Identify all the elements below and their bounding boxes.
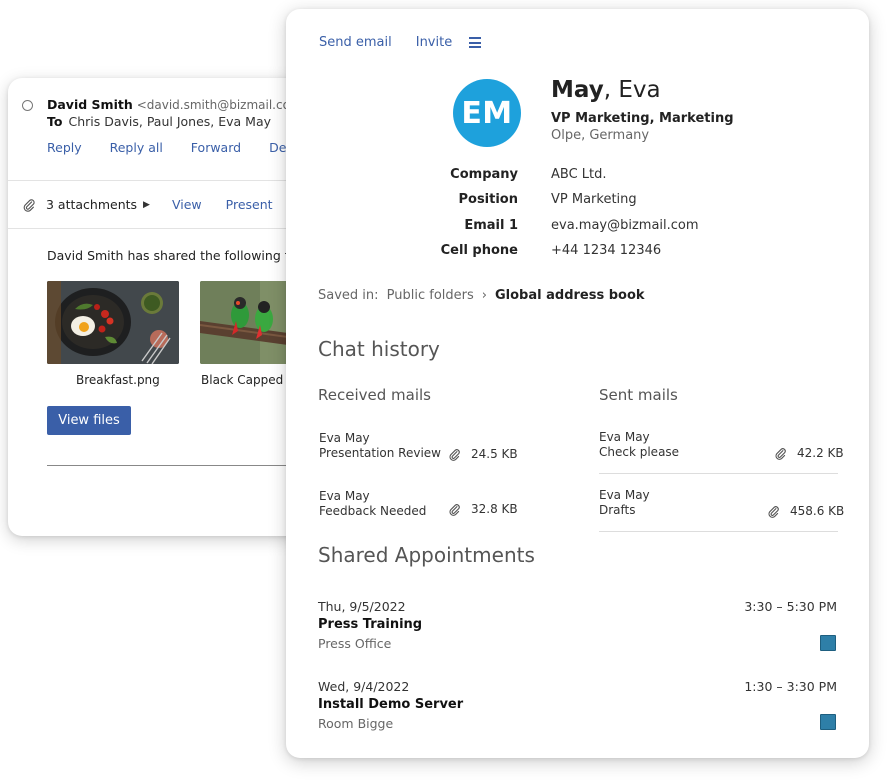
cell-phone-label: Cell phone <box>440 243 518 258</box>
paperclip-icon <box>768 505 779 518</box>
contact-name: May, Eva <box>551 77 661 103</box>
received-mails-heading: Received mails <box>318 386 431 404</box>
recipient-list: Chris Davis, Paul Jones, Eva May <box>68 114 272 129</box>
saved-in-label: Saved in: <box>318 288 379 303</box>
divider <box>599 473 838 474</box>
reply-button[interactable]: Reply <box>47 140 82 155</box>
contact-last-name: May <box>551 77 604 103</box>
mail-sender: Eva May <box>599 430 650 444</box>
divider <box>8 228 308 229</box>
sent-mail-item[interactable]: Eva May Check please <box>599 430 679 460</box>
mail-size-value: 42.2 KB <box>797 446 844 460</box>
caret-right-icon[interactable]: ▶ <box>143 200 150 210</box>
contact-toolbar: Send email Invite <box>319 35 482 50</box>
invite-button[interactable]: Invite <box>416 35 452 50</box>
chevron-right-icon: › <box>481 288 487 303</box>
forward-button[interactable]: Forward <box>191 140 241 155</box>
mail-size: 32.8 KB <box>448 502 518 516</box>
appointment-time: 1:30 – 3:30 PM <box>744 679 837 694</box>
appointment-category-marker <box>820 635 836 651</box>
contact-location: Olpe, Germany <box>551 128 650 143</box>
position-value: VP Marketing <box>551 192 637 207</box>
mail-sender: Eva May <box>319 431 370 445</box>
view-attachments-button[interactable]: View <box>172 197 202 212</box>
breadcrumb-global-address-book[interactable]: Global address book <box>495 288 645 303</box>
email-sender: David Smith <david.smith@bizmail.com <box>47 97 302 112</box>
email-recipients: To Chris Davis, Paul Jones, Eva May <box>47 114 271 129</box>
breakfast-image <box>47 281 179 364</box>
mail-subject: Feedback Needed <box>319 504 427 518</box>
mail-size-value: 458.6 KB <box>790 504 845 518</box>
reply-all-button[interactable]: Reply all <box>110 140 163 155</box>
attachments-toggle[interactable]: 3 attachments <box>46 197 137 212</box>
breakfast-image-thumbnail[interactable] <box>47 281 179 364</box>
appointment-location: Press Office <box>318 636 392 651</box>
attachments-row: 3 attachments ▶ View Present <box>22 197 273 212</box>
paperclip-icon <box>449 503 460 516</box>
mail-size: 24.5 KB <box>448 447 518 461</box>
received-mail-item[interactable]: Eva May Feedback Needed <box>319 489 426 519</box>
contact-first-name: , Eva <box>603 77 661 103</box>
contact-card: Send email Invite EM May, Eva VP Marketi… <box>286 9 869 758</box>
hamburger-menu-icon[interactable] <box>469 37 482 48</box>
sender-name: David Smith <box>47 97 133 112</box>
received-mail-item[interactable]: Eva May Presentation Review <box>319 431 441 461</box>
shared-files-text: David Smith has shared the following fil… <box>47 248 308 263</box>
mail-size-value: 32.8 KB <box>471 502 518 516</box>
company-value: ABC Ltd. <box>551 167 607 182</box>
send-email-button[interactable]: Send email <box>319 35 392 50</box>
mail-subject: Drafts <box>599 503 636 517</box>
email-actions: Reply Reply all Forward Delete <box>47 140 308 155</box>
email-preview-card: David Smith <david.smith@bizmail.com To C… <box>8 78 308 536</box>
present-button[interactable]: Present <box>226 197 273 212</box>
divider <box>599 531 838 532</box>
mail-subject: Presentation Review <box>319 446 441 460</box>
appointment-category-marker <box>820 714 836 730</box>
chat-history-heading: Chat history <box>318 337 440 361</box>
sent-mail-item[interactable]: Eva May Drafts <box>599 488 650 518</box>
view-files-button[interactable]: View files <box>47 406 131 435</box>
paperclip-icon <box>775 447 786 460</box>
position-label: Position <box>458 192 518 207</box>
email-link[interactable]: eva.may@bizmail.com <box>551 218 699 233</box>
paperclip-icon <box>23 198 35 212</box>
appointment-title[interactable]: Press Training <box>318 617 422 632</box>
mail-size: 458.6 KB <box>767 504 844 518</box>
appointment-date: Wed, 9/4/2022 <box>318 679 410 694</box>
email-label: Email 1 <box>464 218 518 233</box>
cell-phone-link[interactable]: +44 1234 12346 <box>551 243 661 258</box>
appointment-date: Thu, 9/5/2022 <box>318 599 406 614</box>
to-label: To <box>47 114 63 129</box>
sent-mails-heading: Sent mails <box>599 386 678 404</box>
divider <box>8 180 308 181</box>
select-radio[interactable] <box>22 100 33 111</box>
mail-size: 42.2 KB <box>774 446 844 460</box>
appointment-time: 3:30 – 5:30 PM <box>744 599 837 614</box>
company-label: Company <box>450 167 518 182</box>
avatar: EM <box>453 79 521 147</box>
paperclip-icon <box>449 448 460 461</box>
mail-size-value: 24.5 KB <box>471 447 518 461</box>
divider <box>47 465 308 466</box>
mail-sender: Eva May <box>319 489 370 503</box>
appointment-location: Room Bigge <box>318 716 394 731</box>
shared-appointments-heading: Shared Appointments <box>318 543 535 567</box>
contact-title: VP Marketing, Marketing <box>551 111 734 126</box>
mail-sender: Eva May <box>599 488 650 502</box>
breadcrumb: Saved in: Public folders › Global address … <box>318 288 645 303</box>
sender-address: <david.smith@bizmail.com <box>136 98 302 112</box>
breadcrumb-public-folders[interactable]: Public folders <box>387 288 474 303</box>
mail-subject: Check please <box>599 445 680 459</box>
file-name: Breakfast.png <box>76 373 160 387</box>
appointment-title[interactable]: Install Demo Server <box>318 697 463 712</box>
